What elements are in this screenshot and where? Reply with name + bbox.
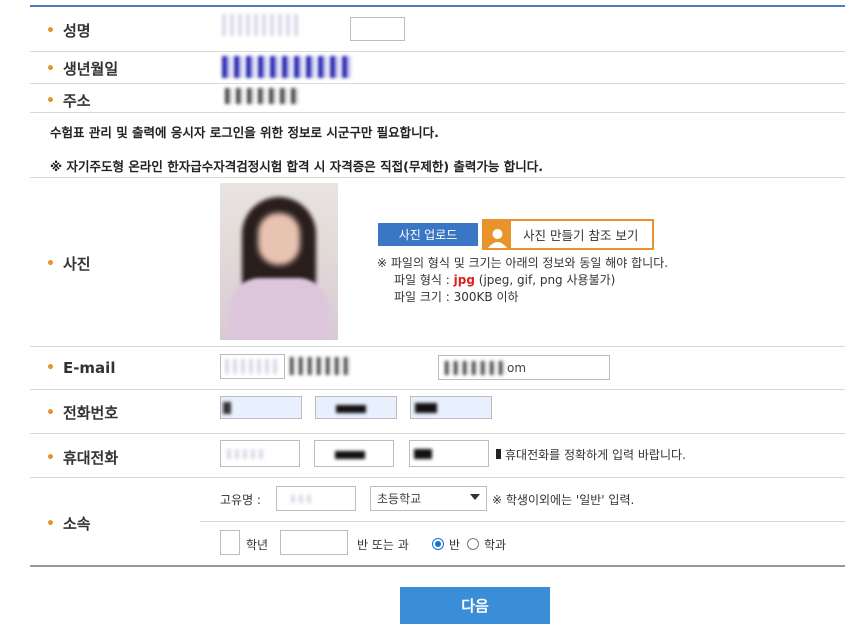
grade-input[interactable] (220, 530, 240, 555)
notice-login: 수험표 관리 및 출력에 응시자 로그인을 위한 정보로 시군구만 필요합니다. (50, 125, 439, 140)
mobile-part3-input[interactable] (409, 440, 489, 467)
notice-certificate: ※ 자기주도형 온라인 한자급수자격검정시험 합격 시 자격증은 직접(무제한)… (50, 159, 543, 174)
school-name-input[interactable] (276, 486, 356, 511)
divider (30, 346, 845, 347)
address-value-redacted (225, 88, 300, 104)
name-label: • 성명 (46, 22, 91, 40)
birth-value-redacted (222, 56, 352, 78)
phone-part1-input[interactable] (220, 396, 302, 419)
class-label: 반 또는 과 (357, 538, 409, 552)
next-button[interactable]: 다음 (400, 587, 550, 624)
radio-class-label: 반 (449, 538, 461, 552)
photo-info-format: 파일 형식 : jpg (jpeg, gif, png 사용불가) (394, 273, 616, 287)
divider (30, 477, 845, 478)
mobile-part2-input[interactable] (314, 440, 394, 467)
address-label: • 주소 (46, 92, 91, 110)
phone-part3-input[interactable] (410, 396, 492, 419)
divider (30, 433, 845, 434)
mobile-part1-input[interactable] (220, 440, 300, 467)
email-id-redacted (290, 357, 352, 375)
radio-class[interactable] (432, 538, 444, 550)
school-name-label: 고유명 : (220, 493, 261, 507)
applicant-photo (220, 183, 338, 340)
photo-upload-button[interactable]: 사진 업로드 (378, 223, 478, 246)
top-border (30, 5, 845, 7)
mobile-label: • 휴대전화 (46, 449, 119, 467)
bottom-border (30, 565, 845, 567)
photo-info-line1: ※ 파일의 형식 및 크기는 아래의 정보와 동일 해야 합니다. (377, 256, 669, 270)
affiliation-label: • 소속 (46, 515, 91, 533)
divider (30, 83, 845, 84)
affiliation-hint: ※ 학생이외에는 '일반' 입력. (492, 493, 635, 507)
radio-department-label: 학과 (484, 538, 507, 552)
phone-part2-input[interactable] (315, 396, 397, 419)
photo-guide-button[interactable]: 사진 만들기 참조 보기 (482, 219, 654, 250)
class-input[interactable] (280, 530, 348, 555)
chevron-down-icon (470, 494, 480, 500)
divider (30, 389, 845, 390)
divider (30, 177, 845, 178)
person-icon (484, 221, 511, 248)
email-id-input[interactable] (220, 354, 285, 379)
photo-label: • 사진 (46, 255, 91, 273)
radio-department[interactable] (467, 538, 479, 550)
birth-label: • 생년월일 (46, 60, 119, 78)
email-label: • E-mail (46, 359, 116, 377)
divider (30, 112, 845, 113)
name-input[interactable] (350, 17, 405, 41)
phone-label: • 전화번호 (46, 404, 119, 422)
grade-label: 학년 (246, 538, 269, 552)
divider (30, 51, 845, 52)
school-type-select[interactable]: 초등학교 (370, 486, 487, 511)
name-value-redacted (222, 14, 302, 36)
photo-info-size: 파일 크기 : 300KB 이하 (394, 290, 519, 304)
email-domain-input[interactable]: om (438, 355, 610, 380)
mobile-hint: 휴대전화를 정확하게 입력 바랍니다. (496, 446, 686, 463)
divider (200, 521, 845, 522)
